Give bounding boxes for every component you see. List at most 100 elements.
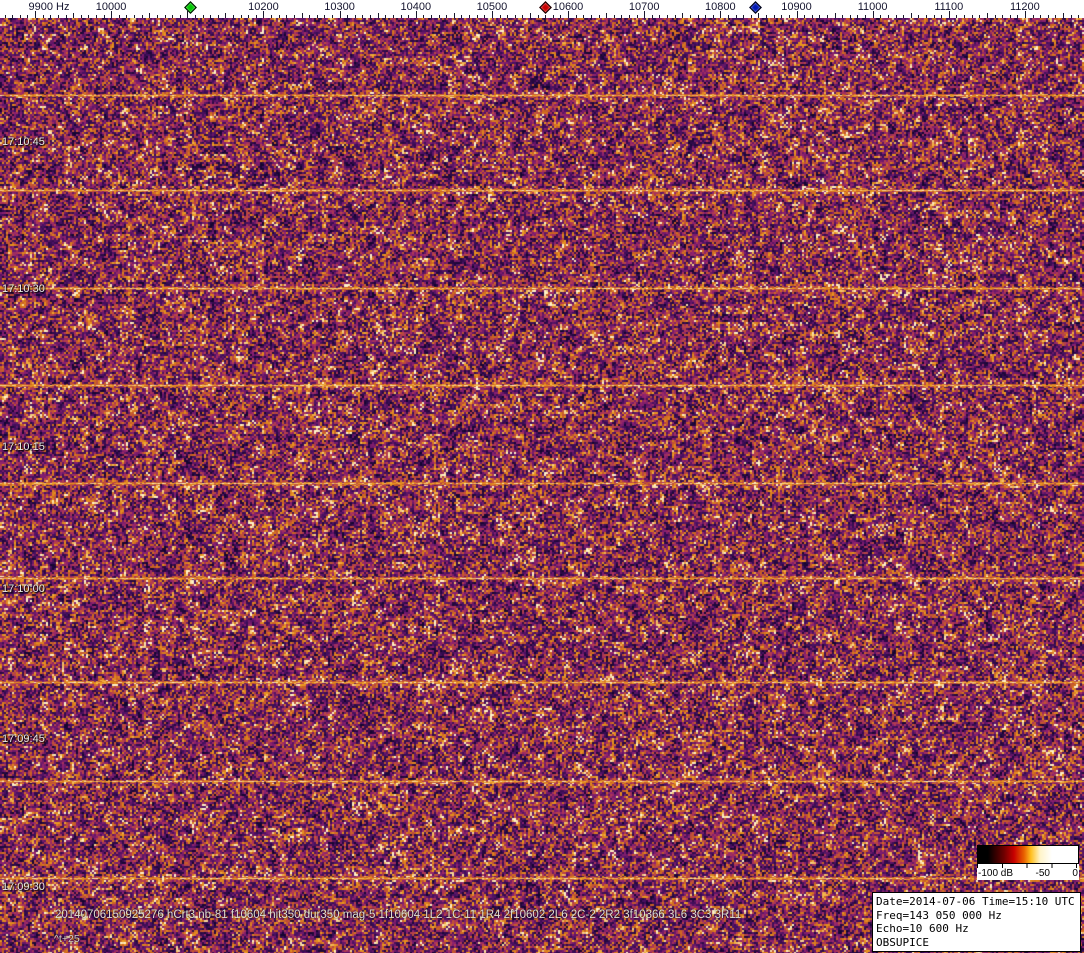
ruler-tick [134, 15, 135, 18]
ruler-label: 10900 [781, 1, 812, 13]
ruler-tick [811, 15, 813, 18]
ruler-tick [514, 15, 516, 18]
ruler-tick [865, 15, 866, 18]
ruler-tick [141, 15, 143, 18]
ruler-tick [240, 15, 242, 18]
ruler-tick [278, 15, 280, 18]
ruler-tick [1040, 15, 1042, 18]
ruler-tick [156, 15, 158, 18]
ruler-tick [750, 15, 752, 18]
ruler-label: 10200 [248, 1, 279, 13]
ruler-label: 9900 Hz [28, 1, 70, 13]
red-marker-diamond-icon[interactable] [539, 1, 553, 14]
ruler-tick [332, 15, 333, 18]
ruler-tick [57, 15, 59, 18]
ruler-tick [27, 15, 29, 18]
ruler-tick [728, 15, 729, 18]
ruler-tick [392, 15, 394, 18]
ruler-label: 10600 [552, 1, 584, 13]
ruler-tick [347, 15, 349, 18]
ruler-tick [301, 13, 303, 18]
ruler-tick [758, 13, 760, 18]
ruler-tick [552, 15, 554, 18]
ruler-label: 10500 [476, 1, 508, 13]
ruler-tick [575, 15, 577, 18]
ruler-tick [354, 15, 356, 18]
ruler-tick [1032, 15, 1034, 18]
ruler-tick [674, 15, 676, 18]
ruler-tick [766, 15, 767, 18]
ruler-tick [994, 15, 996, 18]
ruler-label: 11000 [857, 1, 888, 13]
blue-marker-diamond-icon[interactable] [749, 1, 763, 14]
ruler-tick [583, 15, 585, 18]
ruler-tick [964, 15, 965, 18]
ruler-tick [735, 15, 737, 18]
ruler-tick [95, 15, 97, 18]
ruler-tick [1002, 15, 1004, 18]
ruler-tick [659, 15, 661, 18]
ruler-tick [210, 15, 212, 18]
ruler-tick [857, 15, 859, 18]
frequency-ruler[interactable]: 9900 Hz 10000 10200 10300 10400 10500 10600 107… [0, 0, 1084, 18]
legend-label: -100 dB [978, 868, 1014, 879]
ruler-tick [834, 13, 836, 18]
ruler-tick [362, 15, 364, 18]
ruler-tick [1078, 15, 1080, 18]
ruler-tick [971, 15, 973, 18]
ruler-tick [682, 13, 684, 18]
ruler-tick [316, 15, 318, 18]
ruler-tick [819, 15, 821, 18]
ruler-tick [438, 15, 440, 18]
info-line: Echo=10 600 Hz [876, 922, 969, 935]
ruler-tick [667, 15, 668, 18]
ruler-tick [377, 13, 379, 18]
ruler-label: 10400 [400, 1, 432, 13]
ruler-tick [118, 15, 120, 18]
amplitude-gradient-bar [977, 845, 1079, 864]
ruler-tick [781, 15, 783, 18]
ruler-tick [560, 15, 562, 18]
info-line: Freq=143 050 000 Hz [876, 908, 1002, 922]
ruler-tick [621, 15, 623, 18]
ruler-tick [73, 13, 75, 18]
ruler-tick [469, 15, 471, 18]
ruler-tick [12, 15, 14, 18]
ruler-tick [880, 15, 882, 18]
ruler-tick [804, 15, 806, 18]
ruler-tick [941, 15, 943, 18]
station-info-box: Date=2014-07-06 Time=15:10 UTC Freq=143 0… [872, 892, 1081, 952]
ruler-tick [88, 15, 90, 18]
ruler-tick [918, 15, 920, 18]
ruler-tick [202, 15, 204, 18]
ruler-tick [1070, 15, 1072, 18]
ruler-tick [849, 15, 851, 18]
legend-label: -50 [1035, 868, 1050, 879]
ruler-tick [979, 15, 981, 18]
ruler-tick [598, 15, 600, 18]
ruler-tick [606, 13, 608, 18]
ruler-tick [651, 15, 653, 18]
ruler-tick [324, 15, 326, 18]
ruler-tick [484, 15, 486, 18]
ruler-tick [172, 15, 174, 18]
ruler-label: 10800 [705, 1, 736, 13]
ruler-tick [179, 15, 181, 18]
ruler-tick [507, 15, 509, 18]
ruler-tick [689, 15, 691, 18]
ruler-tick [255, 15, 257, 18]
ruler-tick [248, 15, 250, 18]
ruler-tick [887, 15, 889, 18]
spectrogram-canvas[interactable] [0, 18, 1084, 953]
ruler-tick [164, 15, 166, 18]
ruler-tick [903, 15, 905, 18]
ruler-tick [827, 15, 828, 18]
info-line: Date=2014-07-06 Time=15:10 UTC [876, 895, 1075, 908]
ruler-tick [42, 15, 44, 18]
ruler-tick [522, 15, 524, 18]
ruler-tick [895, 15, 897, 18]
ruler-tick [271, 15, 273, 18]
ruler-tick [545, 15, 547, 18]
ruler-tick [385, 15, 387, 18]
ruler-tick [926, 15, 927, 18]
